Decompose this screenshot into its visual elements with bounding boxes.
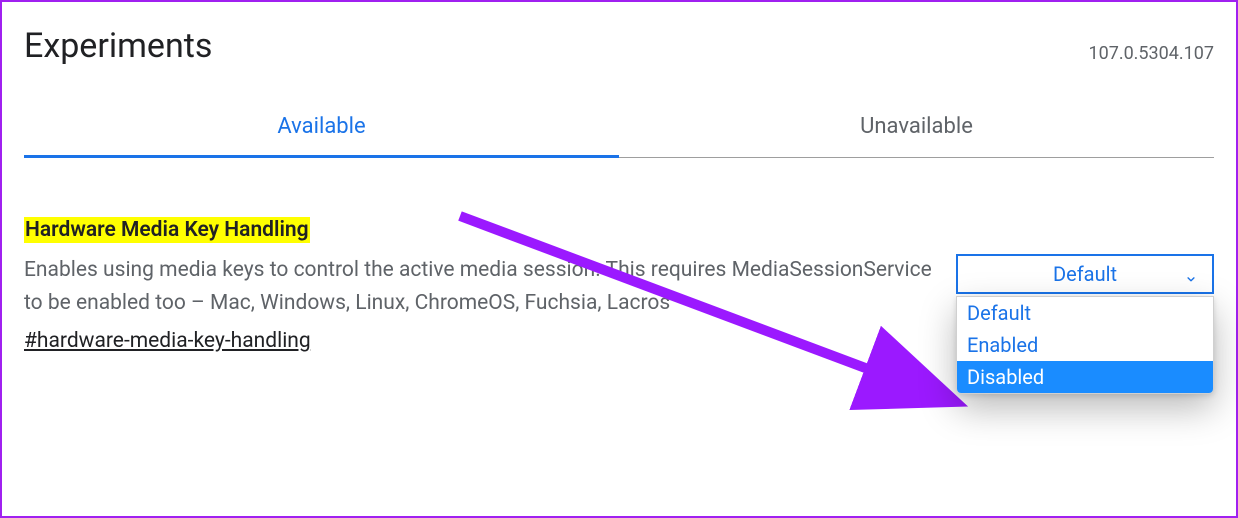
tab-unavailable[interactable]: Unavailable bbox=[619, 100, 1214, 157]
flag-select[interactable]: Default bbox=[956, 254, 1214, 294]
header: Experiments 107.0.5304.107 bbox=[24, 26, 1214, 66]
option-default[interactable]: Default bbox=[957, 297, 1213, 329]
flag-title: Hardware Media Key Handling bbox=[24, 217, 310, 243]
flag-row: Hardware Media Key Handling Enables usin… bbox=[24, 218, 1214, 353]
experiments-page: Experiments 107.0.5304.107 Available Una… bbox=[0, 0, 1238, 518]
tab-available[interactable]: Available bbox=[24, 100, 619, 157]
chevron-down-icon bbox=[1184, 267, 1198, 281]
tabs: Available Unavailable bbox=[24, 100, 1214, 158]
flag-select-value: Default bbox=[1053, 262, 1117, 286]
flag-anchor-link[interactable]: #hardware-media-key-handling bbox=[24, 329, 311, 353]
flag-select-dropdown: Default Enabled Disabled bbox=[956, 296, 1214, 394]
flag-main: Hardware Media Key Handling Enables usin… bbox=[24, 218, 932, 353]
flag-description: Enables using media keys to control the … bbox=[24, 254, 932, 319]
option-disabled[interactable]: Disabled bbox=[957, 361, 1213, 393]
flag-select-wrap: Default Default Enabled Disabled bbox=[956, 254, 1214, 294]
version-label: 107.0.5304.107 bbox=[1088, 43, 1214, 66]
option-enabled[interactable]: Enabled bbox=[957, 329, 1213, 361]
page-title: Experiments bbox=[24, 26, 212, 66]
